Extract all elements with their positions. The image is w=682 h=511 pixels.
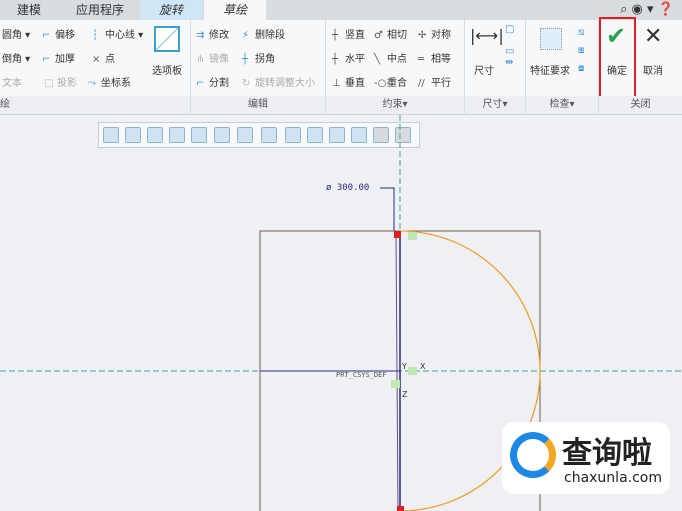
vertex-marker-bottom [397, 506, 404, 511]
dimension-leader [380, 187, 395, 231]
vertex-marker [394, 231, 401, 238]
constraint-icon [408, 367, 417, 375]
watermark-name: 查询啦 [562, 436, 652, 471]
watermark-url: chaxunla.com [564, 470, 662, 486]
y-axis-label: Y [402, 362, 407, 371]
sketch-line[interactable] [395, 234, 399, 511]
csys-label: PRT_CSYS_DEF [336, 371, 387, 379]
z-axis-label: Z [402, 390, 408, 399]
watermark: 查询啦 chaxunla.com [502, 422, 670, 494]
x-axis-label: X [420, 362, 426, 371]
watermark-logo-icon [510, 432, 556, 478]
tangent-constraint-icon [408, 232, 417, 240]
diameter-dimension[interactable]: ø 300.00 [326, 183, 369, 193]
constraint-icon [391, 380, 400, 388]
